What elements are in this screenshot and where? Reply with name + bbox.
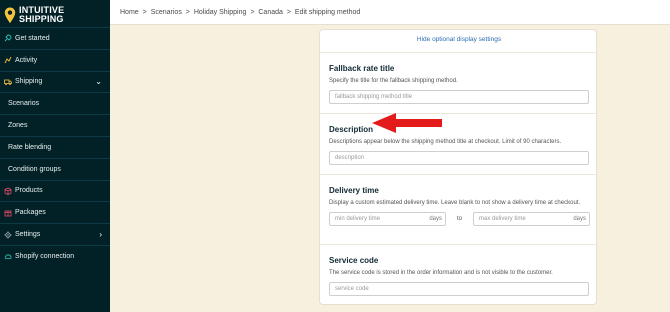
sidebar-item-label: Get started [15, 34, 50, 42]
sidebar-item-label: Shipping [15, 78, 43, 86]
max-delivery-input[interactable]: max delivery time days [473, 211, 590, 226]
sidebar-item-packages[interactable]: Packages [0, 201, 110, 223]
sidebar-item-activity[interactable]: Activity [0, 48, 110, 71]
chevron-right-icon: › [99, 230, 102, 240]
sidebar-item-label: Activity [15, 56, 38, 64]
hide-optional-settings-link[interactable]: Hide optional display settings [320, 36, 598, 43]
min-days-unit: days [429, 215, 442, 222]
sidebar-item-label: Rate blending [8, 143, 52, 151]
location-pin-icon [4, 7, 16, 23]
sidebar-item-label: Zones [8, 122, 28, 130]
activity-icon [4, 56, 12, 64]
fallback-rate-title: Fallback rate title [329, 64, 395, 73]
chevron-down-icon: ⌄ [95, 77, 102, 87]
breadcrumb: Home > Scenarios > Holiday Shipping > Ca… [120, 9, 362, 16]
delivery-time-row: min delivery time days to max delivery t… [329, 211, 598, 226]
breadcrumb-separator: > [250, 9, 255, 16]
sidebar-item-get-started[interactable]: Get started [0, 27, 110, 49]
gear-icon [4, 231, 12, 239]
app-logo[interactable]: INTUITIVE SHIPPING [4, 3, 64, 27]
sidebar-item-shopify-connection[interactable]: Shopify connection [0, 244, 110, 267]
breadcrumb-separator: > [185, 9, 190, 16]
sidebar-item-shipping[interactable]: Shipping ⌄ [0, 70, 110, 93]
red-arrow-annotation [372, 113, 442, 133]
top-bar: Home > Scenarios > Holiday Shipping > Ca… [110, 0, 670, 25]
max-days-unit: days [573, 215, 586, 222]
service-code-title: Service code [329, 256, 379, 265]
to-label: to [456, 215, 462, 222]
truck-icon [4, 79, 12, 86]
sidebar-item-label: Shopify connection [15, 252, 75, 260]
service-code-section: Service code The service code is stored … [320, 244, 598, 305]
breadcrumb-holiday-shipping[interactable]: Holiday Shipping [194, 9, 247, 16]
service-code-input[interactable]: service code [329, 281, 589, 296]
description-help: Descriptions appear below the shipping m… [329, 139, 562, 145]
rocket-icon [4, 34, 12, 42]
description-section: Description Descriptions appear below th… [320, 113, 598, 174]
service-code-help: The service code is stored in the order … [329, 270, 553, 276]
sidebar-item-label: Condition groups [8, 165, 61, 173]
breadcrumb-canada[interactable]: Canada [258, 9, 283, 16]
optional-settings-card: Hide optional display settings Fallback … [319, 29, 598, 305]
breadcrumb-scenarios[interactable]: Scenarios [151, 9, 182, 16]
package-icon [4, 210, 12, 217]
min-delivery-input[interactable]: min delivery time days [329, 211, 446, 226]
delivery-time-section: Delivery time Display a custom estimated… [320, 174, 598, 244]
sidebar: INTUITIVE SHIPPING Get started Activity … [0, 0, 110, 312]
cloud-icon [4, 254, 12, 260]
max-delivery-placeholder: max delivery time [479, 215, 526, 222]
sidebar-item-scenarios[interactable]: Scenarios [0, 92, 110, 114]
breadcrumb-separator: > [286, 9, 291, 16]
fallback-rate-section: Fallback rate title Specify the title fo… [320, 52, 598, 113]
min-delivery-placeholder: min delivery time [335, 215, 381, 222]
breadcrumb-separator: > [142, 9, 147, 16]
sidebar-item-label: Products [15, 187, 43, 195]
description-title: Description [329, 125, 374, 134]
sidebar-item-settings[interactable]: Settings › [0, 223, 110, 245]
fallback-rate-help: Specify the title for the fallback shipp… [329, 78, 458, 84]
sidebar-item-label: Settings [15, 231, 41, 239]
description-input[interactable]: description [329, 150, 589, 165]
sidebar-nav: Get started Activity Shipping ⌄ Scenario… [0, 27, 110, 267]
sidebar-item-condition-groups[interactable]: Condition groups [0, 157, 110, 180]
logo-line-2: SHIPPING [19, 14, 64, 24]
breadcrumb-current: Edit shipping method [294, 9, 361, 16]
fallback-rate-input[interactable]: fallback shipping method title [329, 89, 589, 104]
breadcrumb-home[interactable]: Home [120, 9, 139, 16]
delivery-time-help: Display a custom estimated delivery time… [329, 200, 581, 206]
sidebar-item-rate-blending[interactable]: Rate blending [0, 135, 110, 158]
box-icon [4, 187, 12, 195]
sidebar-item-label: Packages [15, 209, 46, 217]
sidebar-item-label: Scenarios [8, 100, 40, 108]
sidebar-item-zones[interactable]: Zones [0, 114, 110, 136]
delivery-time-title: Delivery time [329, 186, 379, 195]
sidebar-item-products[interactable]: Products [0, 179, 110, 202]
